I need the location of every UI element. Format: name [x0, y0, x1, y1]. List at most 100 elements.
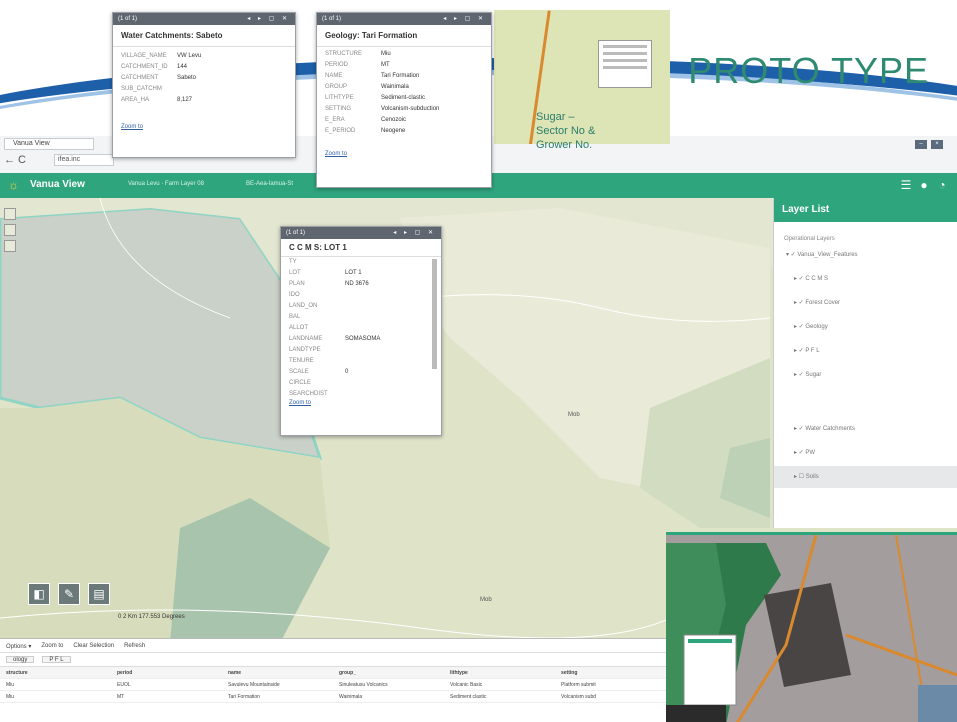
- column-header[interactable]: name: [222, 667, 333, 678]
- column-header[interactable]: setting: [555, 667, 666, 678]
- table-row[interactable]: Miu MT Tari Formation Wainimala Sediment…: [0, 691, 666, 703]
- layer-item[interactable]: ▸ ☐ Soils: [774, 466, 957, 488]
- popup-controls[interactable]: ◂ ▸ ▢ ✕: [443, 13, 486, 25]
- popup-row: LOT LOT 1: [289, 270, 362, 276]
- annotation-text: Sugar – Sector No & Grower No.: [536, 111, 596, 151]
- zoom-to-link[interactable]: Zoom to: [113, 120, 295, 134]
- close-icon[interactable]: ×: [931, 140, 943, 149]
- layer-item[interactable]: ▸ ✓ Sugar: [774, 358, 957, 382]
- popup-row: SCALE 0: [289, 369, 349, 375]
- popup-row: PLAN ND 3676: [289, 281, 369, 287]
- popup-row: GROUP Wainimala: [325, 84, 409, 90]
- table-cell: Volcanic Basic: [450, 682, 483, 688]
- popup-row: LANDTYPE: [289, 347, 321, 353]
- popup-row: IDO: [289, 292, 300, 298]
- zoom-in-icon[interactable]: [4, 208, 16, 220]
- popup-row: CATCHMENT_ID 144: [121, 64, 188, 70]
- table-row[interactable]: Miu EUOL Savulevu Mountainside Sinuleatu…: [0, 679, 666, 691]
- popup-row: E_ERA Cenozoic: [325, 117, 407, 123]
- popup-ccms: (1 of 1) ◂ ▸ ▢ ✕ C C M S: LOT 1 TY LOT LO…: [280, 226, 442, 436]
- layer-item[interactable]: ▸ ✓ PW: [774, 436, 957, 460]
- table-cell: MT: [117, 694, 125, 700]
- table-cell: Savulevu Mountainside: [228, 682, 280, 688]
- popup-row: PERIOD MT: [325, 62, 390, 68]
- app-subtitle: Vanua Levu · Farm Layer 08: [128, 181, 204, 187]
- table-cell: Sediment clastic: [450, 694, 487, 700]
- layer-item[interactable]: ▸ ✓ C C M S: [774, 262, 957, 286]
- legend-icon[interactable]: ◔: [935, 178, 949, 192]
- attribute-toolbar: Options ▾ Zoom to Clear Selection Refres…: [0, 639, 666, 653]
- table-cell: Wainimala: [339, 694, 363, 700]
- layers-button[interactable]: ◧: [28, 583, 50, 605]
- layer-list-title: Layer List: [774, 198, 957, 222]
- draw-button[interactable]: ✎: [58, 583, 80, 605]
- popup-header: (1 of 1) ◂ ▸ ▢ ✕: [317, 13, 491, 25]
- clear-selection-button[interactable]: Clear Selection: [73, 643, 114, 649]
- popup-title: C C M S: LOT 1: [281, 239, 441, 257]
- popup-controls[interactable]: ◂ ▸ ▢ ✕: [247, 13, 290, 25]
- popup-row: TY: [289, 259, 297, 265]
- table-cell: Miu: [6, 682, 15, 688]
- table-button[interactable]: ▤: [88, 583, 110, 605]
- attribute-grid: structure period name group_ lithtype se…: [0, 667, 666, 703]
- popup-geology: (1 of 1) ◂ ▸ ▢ ✕ Geology: Tari Formation…: [316, 12, 492, 188]
- layer-list-panel: Layer List Operational Layers ▾ ✓ Vanua_…: [773, 198, 957, 528]
- popup-controls[interactable]: ◂ ▸ ▢ ✕: [393, 227, 436, 239]
- layer-label: PW: [805, 450, 816, 456]
- popup-row: VILLAGE_NAME VW Levu: [121, 53, 202, 59]
- popup-scrollbar[interactable]: [432, 259, 437, 369]
- popup-row: ALLOT: [289, 325, 309, 331]
- mini-panel: [598, 40, 652, 88]
- popup-water-catchments: (1 of 1) ◂ ▸ ▢ ✕ Water Catchments: Sabet…: [112, 12, 296, 158]
- zoom-to-link[interactable]: Zoom to: [281, 400, 441, 410]
- popup-row: LANDNAME SOMASOMA: [289, 336, 381, 342]
- slide-title: PROTO TYPE: [688, 50, 929, 91]
- column-header[interactable]: group_: [333, 667, 444, 678]
- sugar-annotation: Sugar – Sector No & Grower No.: [536, 110, 595, 152]
- layer-label: P F L: [805, 348, 820, 354]
- layer-item[interactable]: ▾ ✓ Vanua_View_Features: [774, 248, 957, 262]
- map-toolbar: [4, 208, 18, 278]
- column-header[interactable]: period: [111, 667, 222, 678]
- column-header[interactable]: structure: [0, 667, 111, 678]
- popup-row: BAL: [289, 314, 301, 320]
- popup-row: E_PERIOD Neogene: [325, 128, 406, 134]
- table-cell: Platform submit: [561, 682, 596, 688]
- basemap-icon[interactable]: ●: [917, 178, 931, 192]
- app-logo-icon: ☼: [8, 178, 19, 192]
- map-label: Mob: [480, 597, 492, 603]
- browser-tab[interactable]: Vanua View: [4, 138, 94, 150]
- layer-item[interactable]: ▸ ✓ Water Catchments: [774, 382, 957, 436]
- layer-label: Water Catchments: [805, 426, 855, 432]
- popup-row: AREA_HA 8,127: [121, 97, 193, 103]
- layer-item[interactable]: ▸ ✓ P F L: [774, 334, 957, 358]
- address-bar[interactable]: ifea.inc: [54, 154, 114, 166]
- popup-title: Geology: Tari Formation: [317, 25, 491, 47]
- layer-label: Soils: [805, 474, 819, 480]
- back-reload-icon[interactable]: ← C: [4, 154, 26, 166]
- layer-item[interactable]: ▸ ✓ Forest Cover: [774, 286, 957, 310]
- options-button[interactable]: Options ▾: [6, 643, 31, 650]
- zoom-to-button[interactable]: Zoom to: [41, 643, 63, 649]
- tab-geology[interactable]: ology: [6, 656, 35, 663]
- zoom-out-icon[interactable]: [4, 224, 16, 236]
- column-header[interactable]: lithtype: [444, 667, 555, 678]
- popup-header: (1 of 1) ◂ ▸ ▢ ✕: [113, 13, 295, 25]
- popup-row: SEARCHDIST: [289, 391, 328, 397]
- tab-pfl[interactable]: P F L: [42, 656, 71, 663]
- app-subtitle: BE-Aea-Iamua-St: [246, 181, 294, 187]
- popup-counter: (1 of 1): [286, 230, 306, 236]
- refresh-button[interactable]: Refresh: [124, 643, 145, 649]
- home-icon[interactable]: [4, 240, 16, 252]
- zoom-to-link[interactable]: Zoom to: [317, 147, 491, 161]
- layer-item[interactable]: ▸ ✓ Geology: [774, 310, 957, 334]
- minimize-icon[interactable]: –: [915, 140, 927, 149]
- scale-bar: 0 2 Km 177.553 Degrees: [118, 614, 185, 620]
- layer-list-icon[interactable]: ☰: [899, 178, 913, 192]
- thumbnail-map: [666, 535, 957, 722]
- popup-row: SETTING Volcanism-subduction: [325, 106, 440, 112]
- popup-row: CATCHMENT Sabeto: [121, 75, 197, 81]
- app-title: Vanua View: [30, 179, 85, 190]
- layer-label: Sugar: [805, 372, 822, 378]
- popup-row: LITHTYPE Sediment-clastic: [325, 95, 426, 101]
